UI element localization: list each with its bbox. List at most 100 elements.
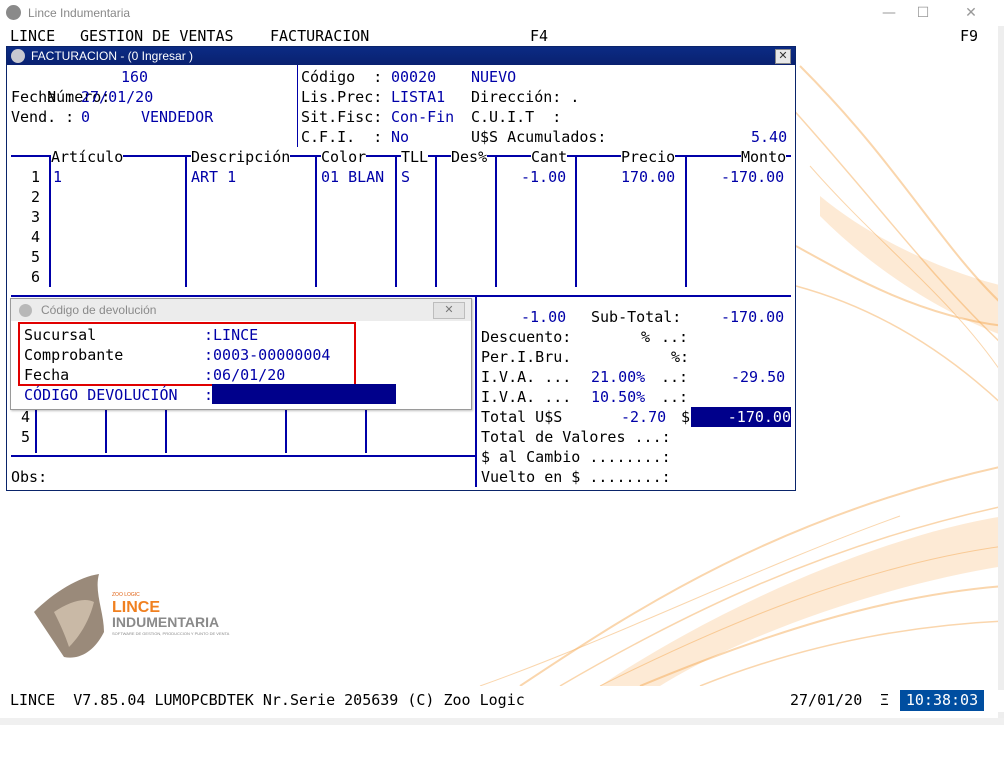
facturacion-titlebar: FACTURACION - (0 Ingresar ) ✕ (7, 47, 795, 65)
subtotal-value: -170.00 (721, 308, 785, 326)
col-divider (395, 155, 397, 287)
col-divider (575, 155, 577, 287)
total-value[interactable]: -170.00 (691, 407, 791, 427)
row1-articulo[interactable]: 1 (53, 167, 62, 187)
app-icon (6, 5, 21, 20)
window-right-edge (998, 26, 1004, 725)
fecha-devolucion-label: Fecha (24, 366, 70, 384)
vuelto-label: Vuelto en $ ........: (481, 468, 671, 486)
row-number: 5 (31, 248, 41, 266)
estado-value: NUEVO (471, 68, 517, 86)
row1-precio[interactable]: 170.00 (621, 167, 675, 187)
vend-name: VENDEDOR (141, 108, 214, 126)
total-usd-label: Total U$S (481, 408, 563, 426)
acumulados-value: 5.40 (751, 128, 788, 146)
col-divider (315, 155, 317, 287)
key-hint-f9[interactable]: F9 (960, 26, 978, 46)
facturacion-close-button[interactable]: ✕ (775, 49, 791, 64)
valores-col-divider (35, 407, 37, 453)
obs-label: Obs: (11, 468, 48, 486)
vend-label: Vend. : (11, 108, 75, 126)
cant-total: -1.00 (521, 308, 567, 326)
close-button[interactable]: ✕ (948, 0, 994, 26)
window-titlebar: Lince Indumentaria — ☐ ✕ (0, 0, 1004, 27)
dialog-icon (19, 304, 32, 317)
row-number: 2 (31, 188, 41, 206)
total-valores-label: Total de Valores ...: (481, 428, 671, 446)
total-usd-value: -2.70 (621, 408, 667, 426)
lisprec-value[interactable]: LISTA1 (391, 87, 445, 107)
iva2-dots: ..: (661, 388, 689, 406)
valores-col-divider (105, 407, 107, 453)
al-cambio-label: $ al Cambio ........: (481, 448, 671, 466)
cfi-label: C.F.I. : (301, 128, 383, 146)
status-bar: LINCE V7.85.04 LUMOPCBDTEK Nr.Serie 2056… (0, 690, 1004, 712)
status-version: LINCE V7.85.04 LUMOPCBDTEK Nr.Serie 2056… (10, 691, 525, 709)
row1-tll[interactable]: S (401, 167, 410, 187)
subtotal-label: Sub-Total: (591, 308, 682, 326)
fecha-label: Fecha : (11, 88, 75, 106)
perib-pct[interactable]: %: (671, 347, 689, 367)
logo-line2: INDUMENTARIA (112, 614, 219, 630)
col-header-color: Color (321, 147, 367, 167)
valores-row-number: 5 (21, 428, 31, 446)
dollar-sign: $ (681, 408, 691, 426)
maximize-button[interactable]: ☐ (900, 0, 946, 26)
dialog-title: Código de devolución (41, 303, 157, 317)
codigo-value[interactable]: 00020 (391, 67, 436, 87)
row1-cant[interactable]: -1.00 (521, 167, 566, 187)
grid-bottom-line (11, 295, 791, 297)
col-divider (435, 155, 437, 287)
codigo-devolucion-label: CÓDIGO DEVOLUCIÓN (24, 386, 178, 404)
valores-col-divider (165, 407, 167, 453)
logo-brand-small: ZOO LOGIC (112, 592, 140, 598)
valores-col-divider (285, 407, 287, 453)
col-divider (685, 155, 687, 287)
iva2-label: I.V.A. ... (481, 388, 572, 406)
valores-bottom-line (11, 455, 475, 457)
descuento-pct[interactable]: % (641, 327, 650, 347)
status-separator: Ξ (880, 691, 890, 709)
iva1-rate: 21.00% (591, 368, 646, 386)
iva1-dots: ..: (661, 368, 689, 386)
row1-color[interactable]: 01 BLAN (321, 167, 384, 187)
facturacion-title: FACTURACION - (0 Ingresar ) (31, 49, 194, 63)
row-number: 1 (31, 168, 41, 186)
cuit-label: C.U.I.T : (471, 108, 562, 126)
menu-item-gestion-ventas[interactable]: GESTION DE VENTAS (80, 26, 234, 46)
key-hint-f4[interactable]: F4 (530, 26, 548, 46)
menu-item-lince[interactable]: LINCE (10, 26, 55, 46)
row-number: 6 (31, 268, 41, 286)
dialog-titlebar: Código de devolución ✕ (11, 299, 471, 321)
fecha-devolucion-value: :06/01/20 (204, 366, 286, 384)
logo-tagline: SOFTWARE DE GESTION, PRODUCCION Y PUNTO … (112, 631, 230, 636)
col-header-articulo: Artículo (51, 147, 124, 167)
sitfisc-value[interactable]: Con-Fin (391, 107, 454, 127)
codigo-label: Código : (301, 68, 383, 86)
dialog-close-button[interactable]: ✕ (433, 302, 465, 319)
comprobante-value: :0003-00000004 (204, 346, 331, 364)
lince-logo: ZOO LOGIC LINCE INDUMENTARIA SOFTWARE DE… (34, 574, 230, 658)
status-clock: 10:38:03 (900, 690, 984, 711)
menu-item-facturacion[interactable]: FACTURACION (270, 26, 369, 46)
descuento-dots: ..: (661, 328, 689, 346)
cfi-value[interactable]: No (391, 127, 409, 147)
lisprec-label: Lis.Prec: (301, 88, 383, 106)
direccion-label: Dirección: . (471, 88, 580, 106)
vend-code[interactable]: 0 (81, 107, 90, 127)
facturacion-window: FACTURACION - (0 Ingresar ) ✕ Número: 16… (6, 46, 796, 491)
menu-bar: LINCE GESTION DE VENTAS FACTURACION F4 F… (0, 26, 1004, 46)
row-number: 4 (31, 228, 41, 246)
window-bottom-edge (0, 718, 1004, 725)
fecha-value[interactable]: 27/01/20 (81, 87, 153, 107)
window-icon (11, 49, 25, 63)
totals-divider (475, 297, 477, 487)
numero-value[interactable]: 160 (121, 67, 148, 87)
col-divider (495, 155, 497, 287)
row1-descripcion[interactable]: ART 1 (191, 167, 236, 187)
descuento-label: Descuento: (481, 328, 572, 346)
codigo-devolucion-input[interactable] (212, 384, 396, 404)
status-date: 27/01/20 (790, 691, 863, 709)
row1-monto[interactable]: -170.00 (721, 167, 784, 187)
valores-col-divider (365, 407, 367, 453)
